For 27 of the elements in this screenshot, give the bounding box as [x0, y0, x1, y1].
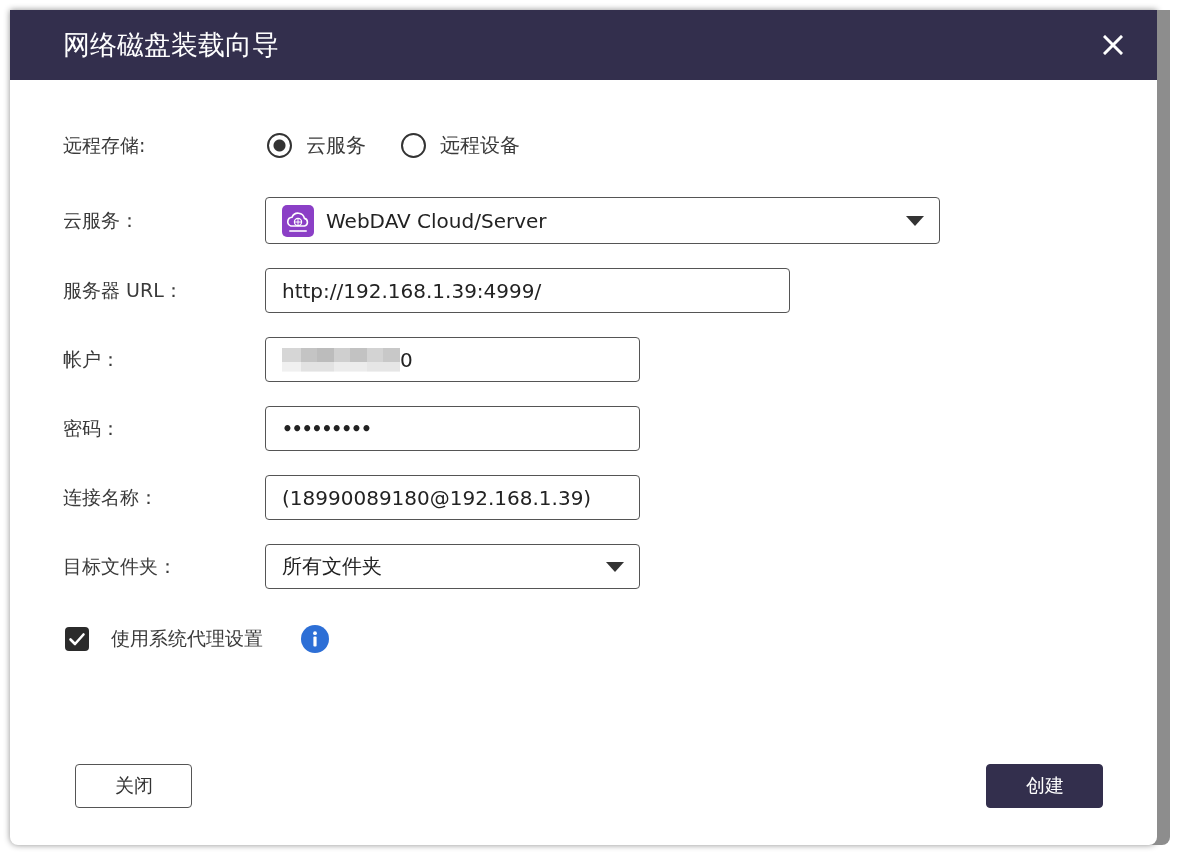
field-label: 密码：	[63, 415, 121, 441]
field-label: 目标文件夹：	[63, 553, 178, 579]
info-icon[interactable]	[301, 625, 329, 653]
field-label: 服务器 URL：	[63, 277, 184, 303]
cloud-globe-icon	[282, 204, 314, 237]
radio-button[interactable]	[401, 133, 426, 158]
caret-down-icon	[906, 215, 924, 226]
create-button[interactable]: 创建	[986, 764, 1103, 808]
input-field[interactable]: http://192.168.1.39:4999/	[265, 268, 790, 313]
field-label: 连接名称：	[63, 484, 159, 510]
radio-label: 远程设备	[440, 132, 520, 159]
field-label: 帐户：	[63, 346, 121, 372]
close-dialog-button[interactable]: 关闭	[75, 764, 192, 808]
field-label: 云服务：	[63, 207, 140, 233]
dialog-title: 网络磁盘装载向导	[63, 28, 279, 62]
input-field[interactable]: 0	[265, 337, 640, 382]
field-label: 远程存储:	[63, 132, 147, 158]
checkbox[interactable]	[65, 627, 89, 651]
radio-label: 云服务	[306, 132, 366, 159]
close-icon[interactable]	[1103, 35, 1123, 55]
service-dropdown[interactable]: WebDAV Cloud/Server	[265, 197, 940, 244]
radio-button[interactable]	[267, 133, 292, 158]
folder-dropdown[interactable]: 所有文件夹	[265, 544, 640, 589]
password-field[interactable]: •••••••••	[265, 406, 640, 451]
input-field[interactable]: (18990089180@192.168.1.39)	[265, 475, 640, 520]
caret-down-icon	[606, 561, 624, 572]
checkbox-label: 使用系统代理设置	[111, 626, 263, 651]
